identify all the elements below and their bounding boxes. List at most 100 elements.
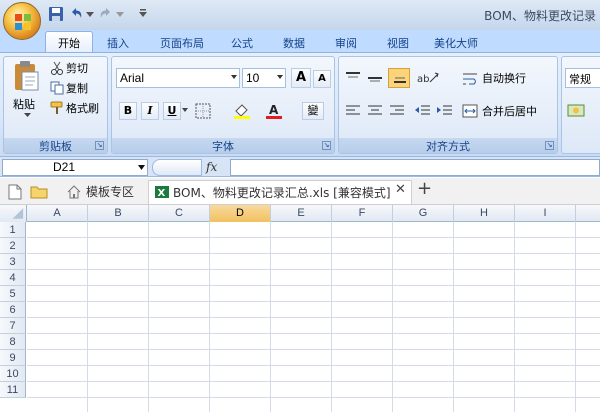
svg-text:ab: ab [417,74,429,85]
copy-icon [50,81,64,95]
align-right-icon[interactable] [388,103,406,119]
italic-button[interactable]: I [141,102,159,120]
row-header-4[interactable]: 4 [0,270,26,286]
align-left-icon[interactable] [344,103,362,119]
currency-format-icon[interactable] [566,102,590,120]
add-tab-icon[interactable]: + [417,178,433,200]
column-header-g[interactable]: G [393,205,454,222]
tab-review[interactable]: 审阅 [326,32,366,52]
close-tab-icon[interactable]: ✕ [395,182,409,200]
office-button[interactable] [3,2,41,40]
font-color-icon[interactable]: A [264,102,284,120]
column-header-c[interactable]: C [149,205,210,222]
new-document-icon[interactable] [8,184,22,200]
redo-icon[interactable] [98,6,114,22]
bold-button[interactable]: B [119,102,137,120]
wrap-text-button[interactable]: 自动换行 [482,70,552,88]
row-header-7[interactable]: 7 [0,318,26,334]
column-header-a[interactable]: A [27,205,88,222]
shrink-font-button[interactable]: A [313,70,331,88]
template-zone-label: 模板专区 [86,185,135,199]
align-bottom-icon [394,77,406,83]
row-header-1[interactable]: 1 [0,222,26,238]
borders-icon[interactable] [194,102,212,120]
row-header-9[interactable]: 9 [0,350,26,366]
align-center-icon[interactable] [366,103,384,119]
redo-dropdown-icon[interactable] [116,12,124,18]
fill-color-icon[interactable] [232,102,252,120]
home-icon [67,185,81,199]
alignment-group-label: 对齐方式 [339,138,557,153]
file-tab-label: BOM、物料更改记录汇总.xls [兼容模式] [173,186,391,200]
font-size-value: 10 [246,71,260,85]
customize-qat-icon[interactable] [138,8,148,18]
align-middle-icon[interactable] [366,70,384,86]
decrease-indent-icon[interactable] [414,103,432,119]
tab-view[interactable]: 视图 [378,32,418,52]
select-all-corner-icon[interactable] [0,205,27,222]
column-header-b[interactable]: B [88,205,149,222]
row-header-3[interactable]: 3 [0,254,26,270]
file-tab[interactable]: BOM、物料更改记录汇总.xls [兼容模式] [148,180,412,204]
tab-data[interactable]: 数据 [274,32,314,52]
underline-dropdown-icon[interactable] [182,108,188,112]
tab-beautify[interactable]: 美化大师 [424,32,488,52]
align-top-icon[interactable] [344,70,362,86]
orientation-icon[interactable]: ab [416,70,440,86]
column-header-d[interactable]: D [210,205,271,222]
phonetic-button[interactable]: 變 [302,102,324,120]
increase-indent-icon[interactable] [436,103,454,119]
row-header-8[interactable]: 8 [0,334,26,350]
window-title: BOM、物料更改记录 [484,9,596,23]
cell-grid[interactable] [27,222,600,412]
undo-icon[interactable] [68,6,84,22]
office-logo-icon [15,14,31,30]
wrap-text-icon [463,73,477,85]
copy-button[interactable]: 复制 [66,80,104,98]
cut-icon [51,61,63,75]
svg-text:A: A [269,103,279,117]
font-size-select[interactable]: 10 [242,68,286,88]
svg-text:X: X [158,188,166,199]
row-header-10[interactable]: 10 [0,366,26,382]
undo-dropdown-icon[interactable] [86,12,94,18]
font-dialog-launcher-icon[interactable]: ↘ [322,141,331,150]
column-header-f[interactable]: F [332,205,393,222]
excel-file-icon: X [155,186,169,199]
tab-insert[interactable]: 插入 [100,32,136,52]
merge-center-button[interactable]: 合并后居中 [482,103,554,121]
name-box[interactable]: D21 [2,159,148,176]
column-header-e[interactable]: E [271,205,332,222]
row-header-2[interactable]: 2 [0,238,26,254]
grow-font-button[interactable]: A [291,68,311,88]
insert-function-button[interactable]: fx [206,160,226,175]
paste-icon[interactable] [12,60,40,92]
row-header-6[interactable]: 6 [0,302,26,318]
font-group-label: 字体 [112,138,334,153]
name-box-dropdown-icon[interactable] [138,165,145,170]
clipboard-dialog-launcher-icon[interactable]: ↘ [95,141,104,150]
formula-input[interactable] [230,159,600,176]
save-icon[interactable] [48,6,64,22]
font-name-select[interactable]: Arial [116,68,240,88]
number-format-select[interactable]: 常规 [565,68,600,88]
row-header-5[interactable]: 5 [0,286,26,302]
merge-center-icon [462,104,478,118]
font-name-value: Arial [120,71,145,85]
underline-button[interactable]: U [163,102,181,120]
folder-icon[interactable] [30,185,48,199]
row-header-11[interactable]: 11 [0,382,26,398]
format-painter-icon [50,101,63,114]
format-painter-button[interactable]: 格式刷 [66,100,108,118]
paste-dropdown-icon[interactable] [24,113,31,118]
tab-home[interactable]: 开始 [45,31,93,53]
clipboard-group-label: 剪贴板 [4,138,107,153]
column-header-h[interactable]: H [454,205,515,222]
cut-button[interactable]: 剪切 [66,60,104,78]
tab-page-layout[interactable]: 页面布局 [150,32,214,52]
formula-bar-handle[interactable] [152,159,202,176]
column-header-i[interactable]: I [515,205,576,222]
paste-button[interactable]: 粘贴 [13,96,43,114]
alignment-dialog-launcher-icon[interactable]: ↘ [545,141,554,150]
tab-formulas[interactable]: 公式 [222,32,262,52]
